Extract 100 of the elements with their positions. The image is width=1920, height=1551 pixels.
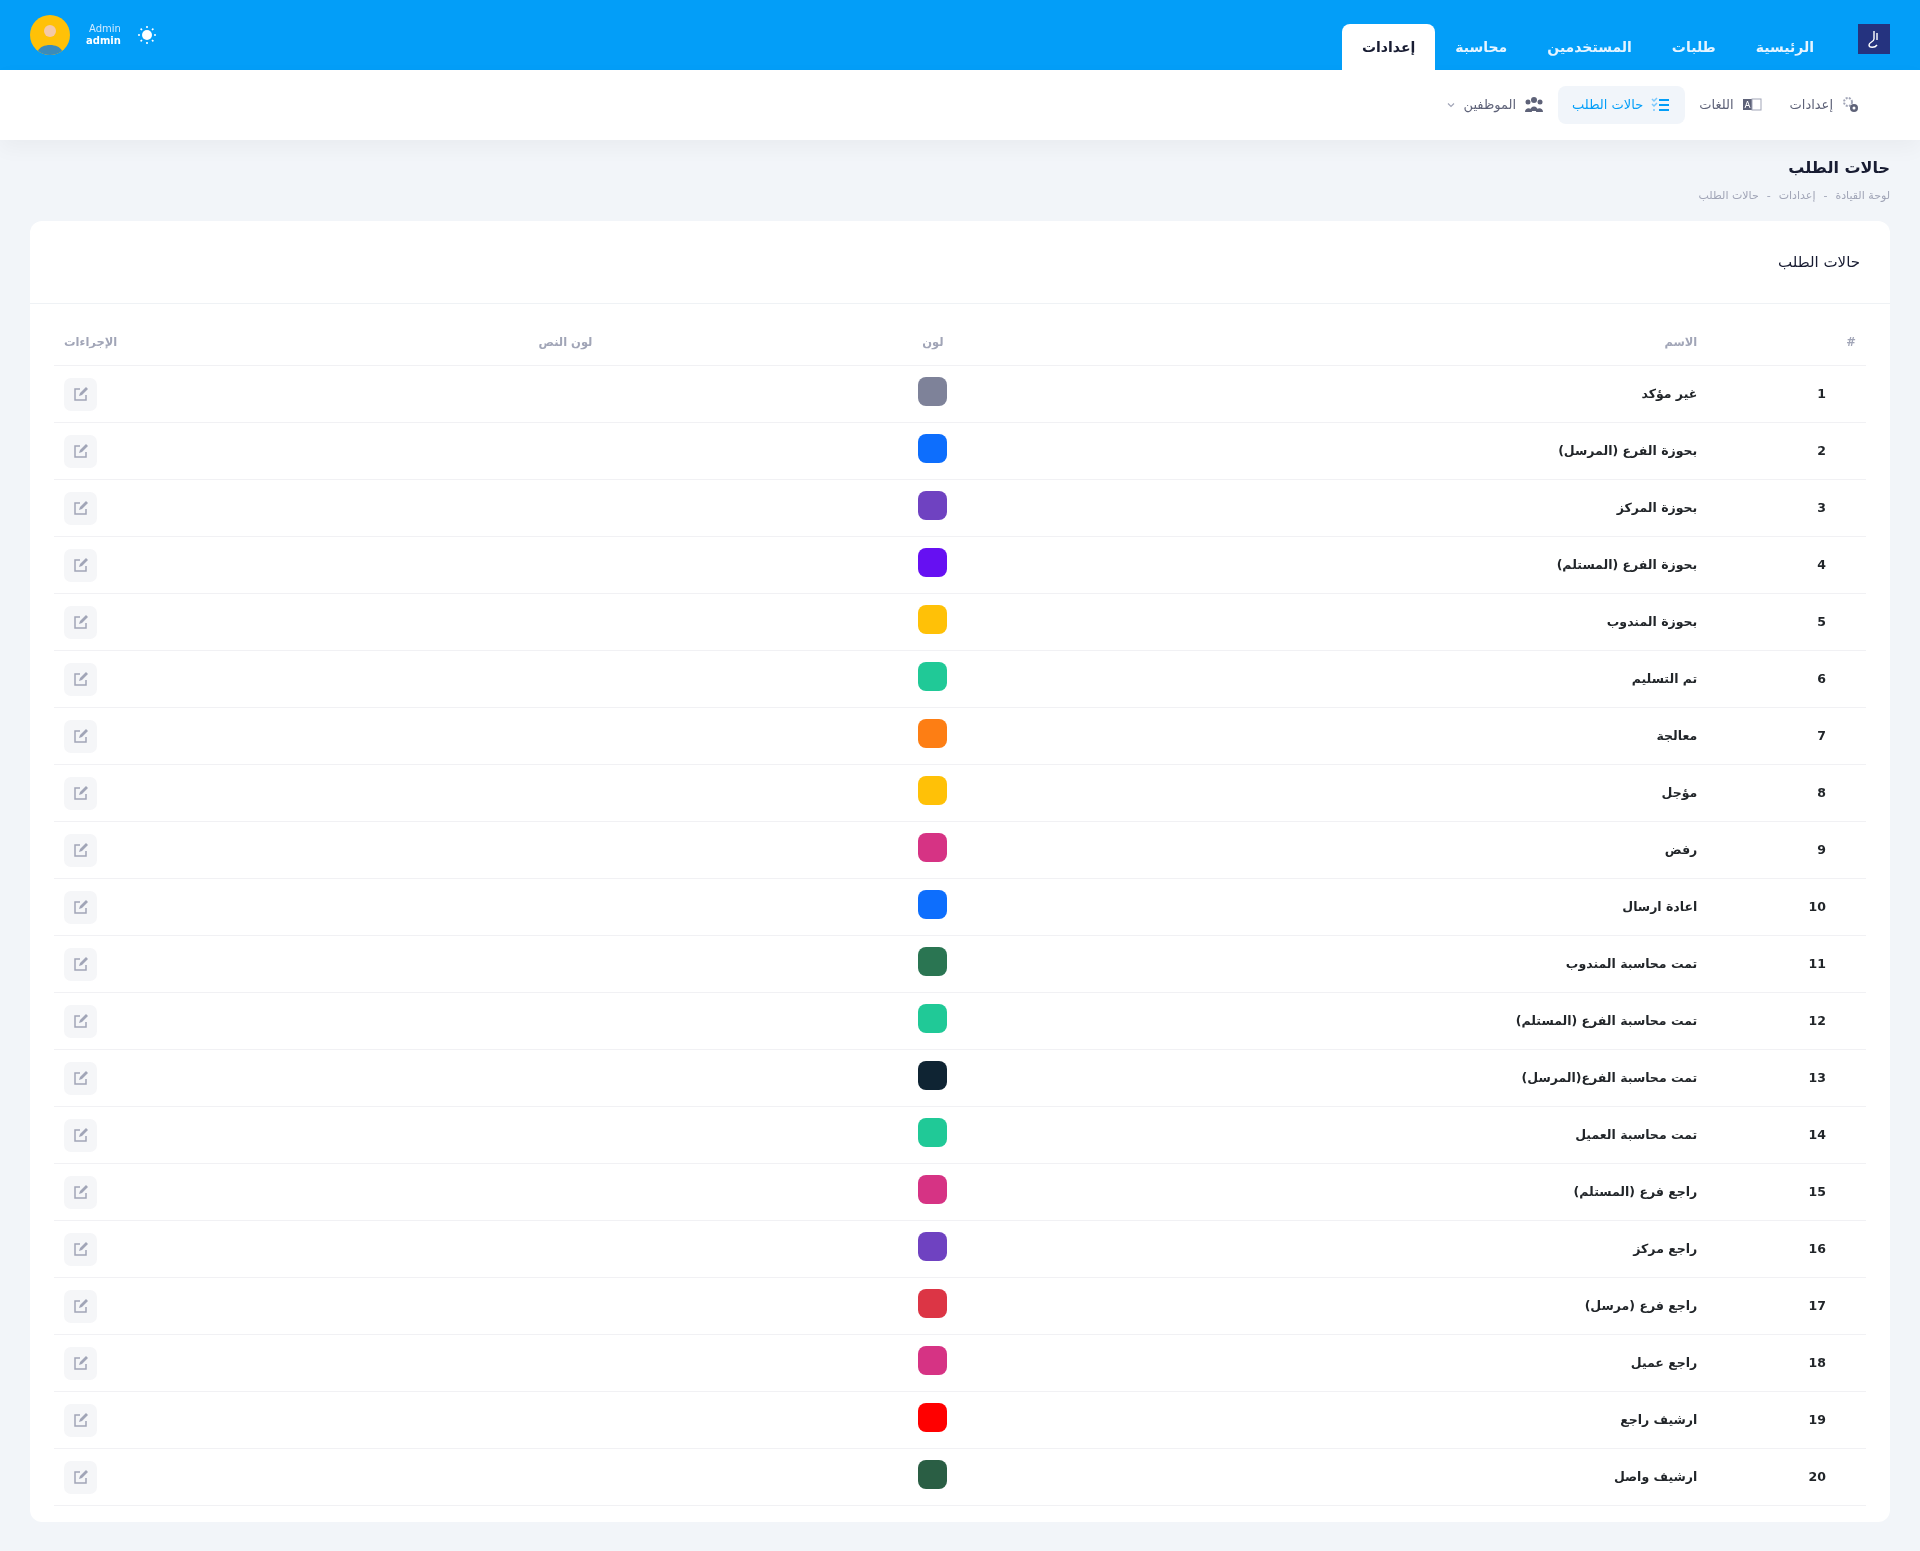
edit-icon [72, 1469, 89, 1486]
edit-button[interactable] [64, 776, 97, 810]
edit-button[interactable] [64, 947, 97, 981]
status-name: رفض [1068, 821, 1758, 879]
user-name: admin [86, 35, 121, 48]
edit-button[interactable] [64, 1004, 97, 1038]
edit-icon [72, 899, 89, 916]
status-name: راجع فرع (المستلم) [1068, 1163, 1758, 1221]
subnav-item[interactable]: الموظفين [1431, 86, 1559, 124]
row-number: 7 [1757, 707, 1866, 765]
status-name: تمت محاسبة الفرع(المرسل) [1068, 1049, 1758, 1107]
edit-button[interactable] [64, 1346, 97, 1380]
row-number: 18 [1757, 1334, 1866, 1392]
edit-icon [72, 671, 89, 688]
edit-button[interactable] [64, 833, 97, 867]
avatar-icon[interactable] [30, 15, 70, 55]
column-header: الاسم [1068, 304, 1758, 366]
row-number: 16 [1757, 1220, 1866, 1278]
status-name: ارشيف واصل [1068, 1448, 1758, 1506]
nav-tab[interactable]: المستخدمين [1527, 24, 1652, 70]
edit-icon [72, 1127, 89, 1144]
edit-icon [72, 1412, 89, 1429]
edit-button[interactable] [64, 1460, 97, 1494]
breadcrumb-link[interactable]: لوحة القيادة [1835, 188, 1890, 205]
row-number: 11 [1757, 935, 1866, 993]
row-number: 9 [1757, 821, 1866, 879]
row-number: 8 [1757, 764, 1866, 822]
status-name: راجع مركز [1068, 1220, 1758, 1278]
edit-button[interactable] [64, 1118, 97, 1152]
edit-button[interactable] [64, 548, 97, 582]
row-number: 15 [1757, 1163, 1866, 1221]
edit-icon [72, 1298, 89, 1315]
column-header: لون [796, 304, 1069, 366]
breadcrumb-separator: - [1766, 188, 1771, 204]
nav-tab[interactable]: إعدادات [1342, 24, 1436, 70]
subnav-item[interactable]: إعدادات [1775, 86, 1875, 124]
edit-icon [72, 557, 89, 574]
breadcrumb-separator: - [1823, 188, 1828, 204]
breadcrumb-link[interactable]: إعدادات [1778, 188, 1816, 205]
edit-button[interactable] [64, 662, 97, 696]
row-number: 13 [1757, 1049, 1866, 1107]
column-header: الإجراءات [54, 304, 344, 366]
edit-icon [72, 614, 89, 631]
nav-tab[interactable]: محاسبة [1435, 24, 1528, 70]
edit-icon [72, 785, 89, 802]
row-number: 19 [1757, 1391, 1866, 1449]
edit-button[interactable] [64, 1175, 97, 1209]
status-name: ارشيف راجع [1068, 1391, 1758, 1449]
users-icon [1524, 95, 1545, 115]
edit-button[interactable] [64, 1232, 97, 1266]
edit-button[interactable] [64, 1289, 97, 1323]
status-name: معالجة [1068, 707, 1758, 765]
edit-button[interactable] [64, 1403, 97, 1437]
edit-icon [72, 1241, 89, 1258]
row-number: 3 [1757, 479, 1866, 537]
status-name: تمت محاسبة الفرع (المستلم) [1068, 992, 1758, 1050]
status-name: بحوزة المركز [1068, 479, 1758, 537]
status-name: تمت محاسبة العميل [1068, 1106, 1758, 1164]
edit-button[interactable] [64, 719, 97, 753]
edit-icon [72, 956, 89, 973]
row-number: 2 [1757, 422, 1866, 480]
edit-button[interactable] [64, 605, 97, 639]
subnav-item[interactable]: اللغات [1685, 86, 1776, 124]
nav-tab[interactable]: الرئيسية [1735, 24, 1834, 70]
edit-button[interactable] [64, 1061, 97, 1095]
edit-icon [72, 1355, 89, 1372]
edit-icon [72, 386, 89, 403]
nav-tab[interactable]: طلبات [1651, 24, 1736, 70]
subnav-item[interactable]: حالات الطلب [1558, 86, 1686, 124]
row-number: 6 [1757, 650, 1866, 708]
logo-icon [1858, 24, 1890, 54]
row-number: 12 [1757, 992, 1866, 1050]
status-name: غير مؤكد [1068, 365, 1758, 423]
page-title: حالات الطلب [1788, 157, 1890, 179]
status-name: تمت محاسبة المندوب [1068, 935, 1758, 993]
edit-icon [72, 1070, 89, 1087]
status-name: اعادة ارسال [1068, 878, 1758, 936]
row-number: 5 [1757, 593, 1866, 651]
row-number: 10 [1757, 878, 1866, 936]
status-name: مؤجل [1068, 764, 1758, 822]
status-name: بحوزة المندوب [1068, 593, 1758, 651]
status-name: بحوزة الفرع (المرسل) [1068, 422, 1758, 480]
edit-icon [72, 443, 89, 460]
row-number: 1 [1757, 365, 1866, 423]
edit-button[interactable] [64, 491, 97, 525]
status-name: تم التسليم [1068, 650, 1758, 708]
edit-button[interactable] [64, 377, 97, 411]
row-number: 14 [1757, 1106, 1866, 1164]
user-role: Admin [88, 22, 121, 35]
card-title: حالات الطلب [30, 220, 1890, 304]
row-number: 4 [1757, 536, 1866, 594]
row-number: 17 [1757, 1277, 1866, 1335]
column-header: لون النص [343, 304, 797, 366]
edit-button[interactable] [64, 434, 97, 468]
theme-sun-icon[interactable] [136, 25, 157, 45]
edit-icon [72, 728, 89, 745]
edit-icon [72, 1184, 89, 1201]
row-number: 20 [1757, 1448, 1866, 1506]
breadcrumb-current: حالات الطلب [1698, 188, 1759, 204]
edit-button[interactable] [64, 890, 97, 924]
